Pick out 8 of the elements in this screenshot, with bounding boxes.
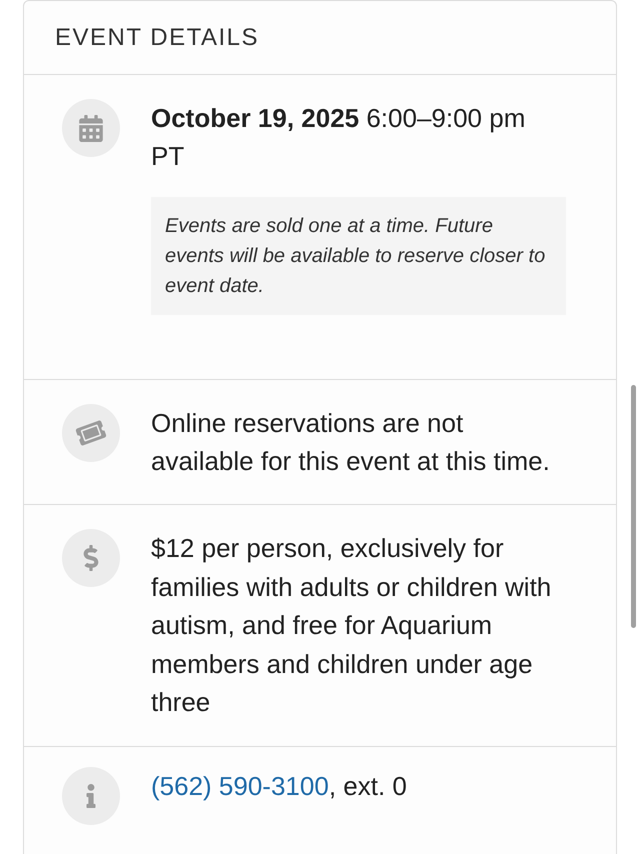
reservation-status-text: Online reservations are not available for this event at this time. — [151, 407, 551, 478]
section-title: EVENT DETAILS — [55, 22, 259, 52]
phone-link[interactable]: (562) 590-3100 — [151, 770, 329, 800]
contact-text: (562) 590-3100, ext. 0 — [151, 770, 408, 802]
price-text: $12 per person, exclusively for families with adults or children with autism, and free for Aquarium members and children under age three — [151, 532, 552, 719]
info-note: Events are sold one at a time. Future events will be available to reserve closer to event date. — [151, 197, 566, 315]
event-date-time: October 19, 2025 6:00–9:00 pm PT — [151, 102, 526, 173]
scrollbar-thumb[interactable] — [631, 385, 636, 628]
